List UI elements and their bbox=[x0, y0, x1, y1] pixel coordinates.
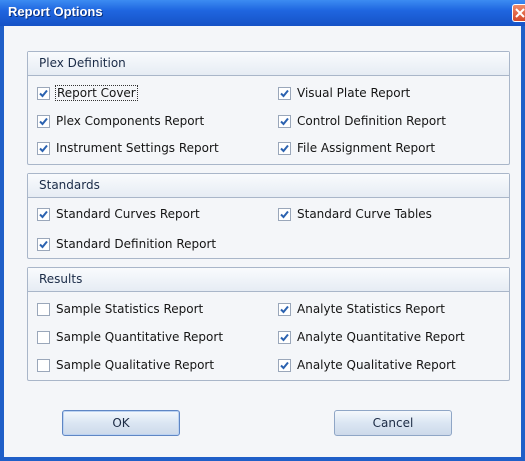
title-bar[interactable]: Report Options bbox=[0, 0, 525, 26]
checkmark-icon bbox=[39, 240, 48, 248]
checkbox-analyte-quantitative-report[interactable]: Analyte Quantitative Report bbox=[278, 329, 465, 345]
checkbox-box[interactable] bbox=[278, 114, 291, 128]
checkmark-icon bbox=[280, 305, 289, 313]
group-header: Standards bbox=[28, 174, 509, 198]
checkbox-sample-qualitative-report[interactable]: Sample Qualitative Report bbox=[37, 357, 214, 373]
checkbox-box[interactable] bbox=[278, 207, 291, 221]
checkbox-label: Report Cover bbox=[55, 85, 138, 101]
group-header: Results bbox=[28, 268, 509, 292]
checkbox-label: Standard Curves Report bbox=[56, 207, 200, 221]
checkmark-icon bbox=[39, 117, 48, 125]
checkbox-box[interactable] bbox=[37, 207, 50, 221]
checkbox-control-definition-report[interactable]: Control Definition Report bbox=[278, 113, 446, 129]
checkbox-sample-statistics-report[interactable]: Sample Statistics Report bbox=[37, 301, 203, 317]
checkbox-label: Sample Qualitative Report bbox=[56, 358, 215, 372]
close-button[interactable] bbox=[512, 4, 525, 22]
group-title: Results bbox=[39, 272, 83, 286]
checkbox-plex-components-report[interactable]: Plex Components Report bbox=[37, 113, 204, 129]
checkbox-visual-plate-report[interactable]: Visual Plate Report bbox=[278, 85, 410, 101]
group-results: Results Sample Statistics Report Analyte… bbox=[27, 267, 510, 381]
checkbox-label: File Assignment Report bbox=[297, 141, 436, 155]
checkbox-box[interactable] bbox=[278, 302, 291, 316]
checkbox-box[interactable] bbox=[278, 86, 291, 100]
checkbox-standard-curves-report[interactable]: Standard Curves Report bbox=[37, 206, 200, 222]
checkmark-icon bbox=[280, 144, 289, 152]
checkbox-box[interactable] bbox=[37, 114, 50, 128]
checkbox-label: Standard Definition Report bbox=[56, 237, 217, 251]
close-icon bbox=[515, 8, 525, 18]
checkmark-icon bbox=[280, 89, 289, 97]
checkbox-box[interactable] bbox=[37, 86, 50, 100]
checkbox-box[interactable] bbox=[37, 358, 50, 372]
checkbox-label: Standard Curve Tables bbox=[297, 207, 432, 221]
checkbox-box[interactable] bbox=[278, 358, 291, 372]
checkbox-sample-quantitative-report[interactable]: Sample Quantitative Report bbox=[37, 329, 223, 345]
checkbox-label: Control Definition Report bbox=[297, 114, 446, 128]
checkmark-icon bbox=[280, 361, 289, 369]
checkmark-icon bbox=[39, 144, 48, 152]
dialog-title: Report Options bbox=[8, 4, 103, 19]
group-standards: Standards Standard Curves Report Standar… bbox=[27, 173, 510, 259]
checkbox-label: Sample Statistics Report bbox=[56, 302, 204, 316]
checkbox-label: Analyte Qualitative Report bbox=[297, 358, 456, 372]
checkbox-analyte-statistics-report[interactable]: Analyte Statistics Report bbox=[278, 301, 445, 317]
checkbox-box[interactable] bbox=[278, 330, 291, 344]
group-title: Plex Definition bbox=[39, 56, 126, 70]
group-plex-definition: Plex Definition Report Cover Visual Plat… bbox=[27, 51, 510, 165]
group-header: Plex Definition bbox=[28, 52, 509, 76]
checkbox-standard-curve-tables[interactable]: Standard Curve Tables bbox=[278, 206, 432, 222]
checkbox-report-cover[interactable]: Report Cover bbox=[37, 85, 138, 101]
group-title: Standards bbox=[39, 178, 100, 192]
checkmark-icon bbox=[280, 117, 289, 125]
checkbox-label: Plex Components Report bbox=[56, 114, 205, 128]
dialog-body: Plex Definition Report Cover Visual Plat… bbox=[4, 26, 521, 457]
checkbox-box[interactable] bbox=[37, 141, 50, 155]
checkbox-file-assignment-report[interactable]: File Assignment Report bbox=[278, 140, 435, 156]
checkbox-box[interactable] bbox=[37, 302, 50, 316]
checkmark-icon bbox=[280, 333, 289, 341]
checkbox-label: Analyte Quantitative Report bbox=[297, 330, 465, 344]
checkbox-label: Analyte Statistics Report bbox=[297, 302, 445, 316]
checkbox-box[interactable] bbox=[278, 141, 291, 155]
checkbox-standard-definition-report[interactable]: Standard Definition Report bbox=[37, 236, 216, 252]
checkmark-icon bbox=[39, 210, 48, 218]
checkbox-label: Visual Plate Report bbox=[297, 86, 411, 100]
checkbox-label: Instrument Settings Report bbox=[56, 141, 219, 155]
checkbox-instrument-settings-report[interactable]: Instrument Settings Report bbox=[37, 140, 219, 156]
report-options-dialog: Report Options Plex Definition Report Co… bbox=[0, 0, 525, 461]
checkbox-box[interactable] bbox=[37, 237, 50, 251]
ok-button[interactable]: OK bbox=[62, 410, 180, 436]
checkbox-analyte-qualitative-report[interactable]: Analyte Qualitative Report bbox=[278, 357, 456, 373]
checkbox-box[interactable] bbox=[37, 330, 50, 344]
cancel-button[interactable]: Cancel bbox=[334, 410, 452, 436]
checkmark-icon bbox=[39, 89, 48, 97]
checkmark-icon bbox=[280, 210, 289, 218]
checkbox-label: Sample Quantitative Report bbox=[56, 330, 224, 344]
